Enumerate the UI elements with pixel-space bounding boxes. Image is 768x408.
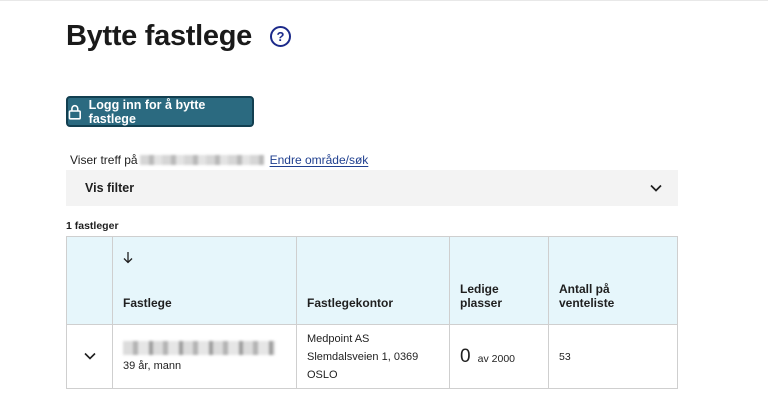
waitlist-count: 53 — [559, 350, 571, 363]
waitlist-cell: 53 — [548, 324, 678, 389]
office-address: Slemdalsveien 1, 0369 OSLO — [307, 350, 419, 381]
header-label: Antall på venteliste — [559, 282, 615, 310]
header-ledige-plasser: Ledige plasser — [449, 236, 549, 325]
available-total: av 2000 — [477, 352, 516, 365]
title-row: Bytte fastlege ? — [66, 20, 291, 53]
location-value-redacted — [139, 155, 264, 165]
table-row[interactable]: 39 år, mann Medpoint AS Slemdalsveien 1,… — [66, 324, 678, 389]
doctor-cell: 39 år, mann — [112, 324, 297, 389]
lock-icon — [68, 104, 81, 120]
table-header-row: Fastlege Fastlegekontor Ledige plasser A… — [66, 236, 678, 325]
available-cell: 0 av 2000 — [449, 324, 549, 389]
header-label: Ledige plasser — [460, 282, 503, 310]
office-cell: Medpoint AS Slemdalsveien 1, 0369 OSLO — [296, 324, 450, 389]
header-venteliste: Antall på venteliste — [548, 236, 678, 325]
login-button-label: Logg inn for å bytte fastlege — [88, 97, 206, 126]
header-fastlege[interactable]: Fastlege — [112, 236, 297, 325]
question-circle-icon[interactable]: ? — [269, 26, 291, 47]
filter-toggle[interactable]: Vis filter — [66, 170, 678, 206]
header-label: Fastlege — [123, 296, 172, 310]
arrow-down-icon[interactable] — [123, 251, 133, 264]
login-button[interactable]: Logg inn for å bytte fastlege — [66, 96, 254, 127]
expand-cell[interactable] — [66, 324, 113, 389]
location-prefix: Viser treff på — [70, 153, 138, 167]
office-name: Medpoint AS — [307, 332, 370, 345]
chevron-down-icon[interactable] — [83, 352, 96, 360]
doctor-table: Fastlege Fastlegekontor Ledige plasser A… — [66, 236, 678, 389]
doctor-name-redacted — [123, 341, 275, 355]
page-title: Bytte fastlege — [66, 20, 252, 52]
filter-label: Vis filter — [85, 181, 135, 195]
header-label: Fastlegekontor — [307, 296, 394, 310]
chevron-down-icon — [650, 184, 662, 192]
change-area-link[interactable]: Endre område/søk — [270, 153, 369, 167]
header-expand-cell — [66, 236, 113, 325]
header-fastlegekontor: Fastlegekontor — [296, 236, 450, 325]
location-row: Viser treff på Endre område/søk — [70, 153, 368, 167]
doctor-info: 39 år, mann — [123, 360, 182, 372]
available-count: 0 — [460, 345, 471, 367]
top-divider — [0, 0, 768, 1]
result-count: 1 fastleger — [66, 220, 119, 232]
